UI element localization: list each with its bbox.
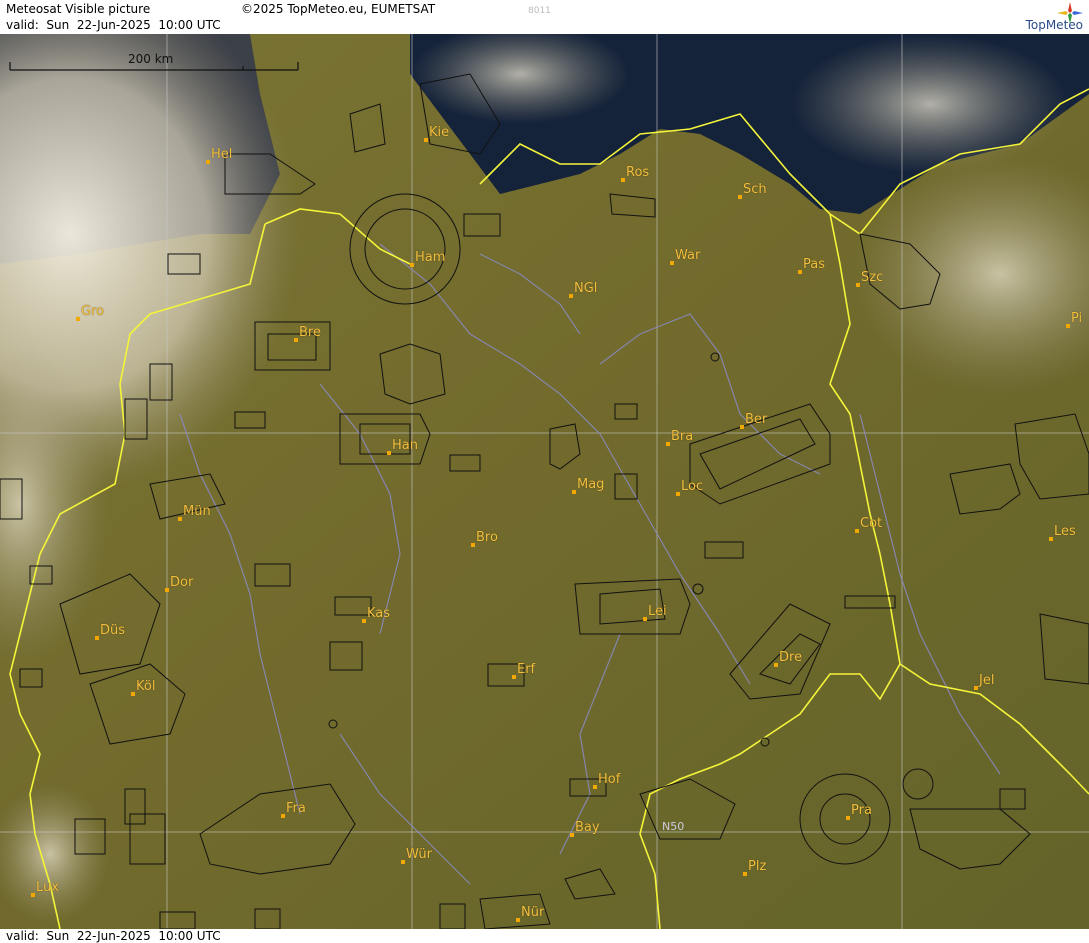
city-marker-dus: [95, 636, 99, 640]
map-title: Meteosat Visible picture: [6, 2, 151, 16]
city-label-ros: Ros: [626, 165, 650, 180]
city-marker-loc: [676, 492, 680, 496]
logo-text: TopMeteo: [1025, 18, 1083, 32]
city-label-kie: Kie: [429, 125, 450, 140]
map-canvas: [0, 34, 1089, 929]
city-label-erf: Erf: [517, 662, 536, 677]
city-marker-cot: [855, 529, 859, 533]
city-marker-wur: [401, 860, 405, 864]
city-label-bay: Bay: [575, 820, 600, 835]
city-marker-fra: [281, 814, 285, 818]
city-label-jel: Jel: [979, 673, 995, 688]
city-label-ham: Ham: [415, 250, 446, 265]
city-label-gro: Gro: [81, 304, 105, 319]
city-label-les: Les: [1054, 524, 1076, 539]
city-marker-lux: [31, 893, 35, 897]
city-marker-ham: [410, 263, 414, 267]
city-marker-han: [387, 451, 391, 455]
city-marker-pi: [1066, 324, 1070, 328]
city-marker-war: [670, 261, 674, 265]
city-marker-pas: [798, 270, 802, 274]
copyright-text: ©2025 TopMeteo.eu, EUMETSAT: [241, 2, 436, 16]
footer-bar: valid: Sun 22-Jun-2025 10:00 UTC: [0, 929, 1089, 943]
city-label-ber: Ber: [745, 412, 768, 427]
city-label-loc: Loc: [681, 479, 704, 494]
city-marker-bay: [570, 833, 574, 837]
city-marker-mag: [572, 490, 576, 494]
city-label-bro: Bro: [476, 530, 498, 545]
valid-time: valid: Sun 22-Jun-2025 10:00 UTC: [6, 18, 221, 32]
city-marker-erf: [512, 675, 516, 679]
city-label-pra: Pra: [851, 803, 872, 818]
city-marker-nur: [516, 918, 520, 922]
city-label-szc: Szc: [861, 270, 884, 285]
city-label-pi: Pi: [1071, 311, 1083, 326]
city-label-dor: Dor: [170, 575, 194, 590]
city-marker-bra: [666, 442, 670, 446]
city-label-han: Han: [392, 438, 418, 453]
city-marker-ngl: [569, 294, 573, 298]
city-marker-gro: [76, 317, 80, 321]
city-label-dre: Dre: [779, 650, 803, 665]
city-marker-lei: [643, 617, 647, 621]
city-label-dus: Düs: [100, 623, 126, 638]
city-label-hel: Hel: [211, 147, 233, 162]
grid-label-n50: N50: [662, 820, 685, 833]
city-label-war: War: [675, 248, 701, 263]
footer-valid-time: valid: Sun 22-Jun-2025 10:00 UTC: [6, 929, 221, 943]
city-marker-jel: [974, 686, 978, 690]
city-label-wur: Wür: [406, 847, 432, 862]
city-marker-szc: [856, 283, 860, 287]
city-label-nur: Nür: [521, 905, 545, 920]
city-marker-pra: [846, 816, 850, 820]
city-marker-plz: [743, 872, 747, 876]
city-marker-dor: [165, 588, 169, 592]
city-marker-sch: [738, 195, 742, 199]
scale-label: 200 km: [128, 52, 174, 66]
city-label-mun: Mün: [183, 504, 211, 519]
cloud-ne: [790, 34, 1070, 174]
satellite-map[interactable]: 200 km N50 Kie Hel Ros Sch Ham War Pas Szc NGl Gr…: [0, 34, 1089, 929]
city-label-fra: Fra: [286, 801, 306, 816]
image-code: 8011: [528, 6, 551, 16]
city-marker-kie: [424, 138, 428, 142]
city-label-hof: Hof: [598, 772, 621, 787]
city-label-bra: Bra: [671, 429, 694, 444]
city-marker-kas: [362, 619, 366, 623]
city-marker-hel: [206, 160, 210, 164]
header-bar: Meteosat Visible picture valid: Sun 22-J…: [0, 0, 1089, 34]
city-marker-hof: [593, 785, 597, 789]
city-marker-kol: [131, 692, 135, 696]
city-label-cot: Cot: [860, 516, 883, 531]
city-marker-les: [1049, 537, 1053, 541]
city-label-kas: Kas: [367, 606, 391, 621]
city-label-lei: Lei: [648, 604, 667, 619]
topmeteo-logo[interactable]: TopMeteo: [987, 2, 1083, 32]
city-marker-ros: [621, 178, 625, 182]
city-label-kol: Köl: [136, 679, 156, 694]
city-marker-dre: [774, 663, 778, 667]
city-label-lux: Lux: [36, 880, 59, 895]
city-label-pas: Pas: [803, 257, 825, 272]
city-marker-bro: [471, 543, 475, 547]
city-label-mag: Mag: [577, 477, 605, 492]
city-marker-ber: [740, 425, 744, 429]
city-label-ngl: NGl: [574, 281, 598, 296]
city-marker-bre: [294, 338, 298, 342]
city-marker-mun: [178, 517, 182, 521]
city-label-sch: Sch: [743, 182, 767, 197]
city-label-bre: Bre: [299, 325, 321, 340]
city-label-plz: Plz: [748, 859, 767, 874]
